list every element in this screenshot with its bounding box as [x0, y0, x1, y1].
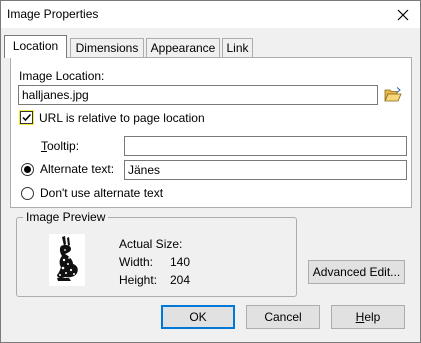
tab-link[interactable]: Link: [222, 38, 253, 57]
image-preview-title: Image Preview: [23, 210, 109, 224]
image-location-label: Image Location:: [19, 69, 105, 83]
tab-appearance-label: Appearance: [150, 41, 216, 55]
rabbit-image-icon: [57, 236, 78, 281]
radio-selected-dot: [24, 166, 31, 173]
image-location-input[interactable]: [18, 85, 378, 105]
cancel-button[interactable]: Cancel: [246, 305, 320, 329]
no-alternate-text-radio[interactable]: [21, 187, 34, 200]
tab-dimensions-label: Dimensions: [75, 41, 139, 55]
ok-label: OK: [189, 310, 207, 324]
browse-button[interactable]: [384, 86, 402, 104]
no-alternate-text-label[interactable]: Don't use alternate text: [40, 186, 163, 200]
close-icon: [397, 9, 409, 20]
height-label: Height:: [119, 273, 158, 287]
relative-url-label[interactable]: URL is relative to page location: [39, 111, 205, 125]
actual-size-label: Actual Size:: [119, 237, 183, 251]
tab-dimensions[interactable]: Dimensions: [70, 38, 144, 57]
alternate-text-input[interactable]: [124, 160, 407, 180]
tab-location[interactable]: Location: [4, 35, 67, 58]
height-value: 204: [170, 273, 191, 287]
tab-appearance[interactable]: Appearance: [146, 38, 220, 57]
image-preview-thumbnail: [49, 234, 85, 286]
folder-open-icon: [384, 87, 402, 102]
checkmark-icon: [22, 113, 32, 122]
advanced-edit-label: Advanced Edit...: [312, 265, 401, 279]
alternate-text-radio[interactable]: [21, 163, 34, 176]
title-bar: Image Properties: [1, 1, 420, 28]
width-value: 140: [170, 255, 191, 269]
location-panel: Image Location: URL is relative to page …: [10, 57, 412, 208]
width-label: Width:: [119, 255, 154, 269]
alternate-text-label[interactable]: Alternate text:: [40, 162, 114, 176]
image-properties-dialog: Image Properties Location Dimensions App…: [0, 0, 421, 343]
ok-button[interactable]: OK: [161, 305, 235, 329]
help-button[interactable]: Help: [331, 305, 405, 329]
relative-url-checkbox[interactable]: [20, 111, 33, 124]
cancel-label: Cancel: [264, 310, 302, 324]
tooltip-input[interactable]: [124, 136, 407, 156]
window-title: Image Properties: [7, 7, 99, 21]
close-button[interactable]: [386, 1, 420, 28]
tab-link-label: Link: [226, 41, 249, 55]
help-label: Help: [355, 310, 381, 324]
advanced-edit-button[interactable]: Advanced Edit...: [308, 260, 405, 284]
tooltip-label: Tooltip:: [41, 139, 80, 153]
tab-location-label: Location: [12, 39, 59, 53]
